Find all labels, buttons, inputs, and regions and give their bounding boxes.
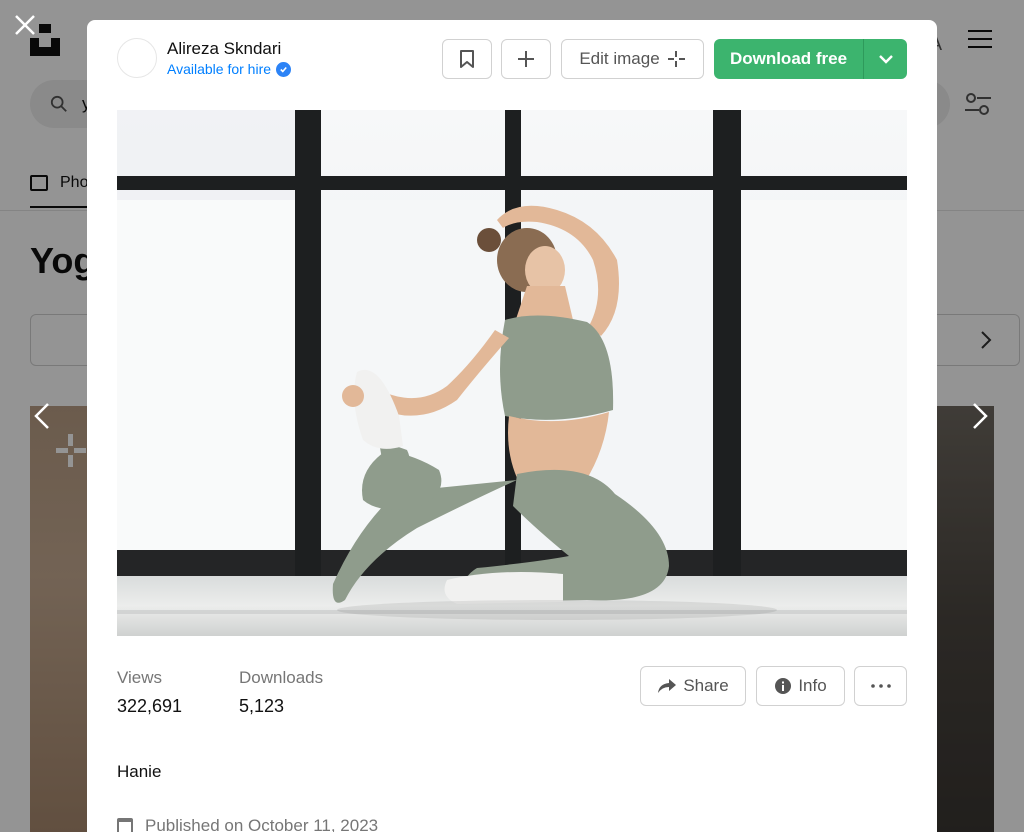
chevron-left-icon[interactable] — [30, 400, 54, 432]
edit-image-button[interactable]: Edit image — [561, 39, 704, 79]
hire-label: Available for hire — [167, 61, 272, 77]
share-label: Share — [683, 676, 729, 695]
chevron-right-icon[interactable] — [968, 400, 992, 432]
author-name[interactable]: Alireza Skndari — [167, 38, 291, 60]
share-arrow-icon — [658, 679, 677, 693]
share-button[interactable]: Share — [640, 666, 746, 706]
downloads-stat: Downloads 5,123 — [239, 667, 323, 717]
close-icon[interactable] — [12, 12, 38, 38]
sparkle-icon — [667, 51, 685, 67]
main-photo[interactable] — [117, 110, 907, 636]
info-button[interactable]: Info — [756, 666, 845, 706]
hire-status[interactable]: Available for hire — [167, 60, 292, 78]
verified-icon — [276, 61, 292, 77]
author-block[interactable]: Alireza Skndari Available for hire — [117, 38, 292, 78]
more-actions-button[interactable] — [854, 666, 907, 706]
published-label: Published on October 11, 2023 — [145, 816, 379, 832]
downloads-value: 5,123 — [239, 696, 285, 716]
yoga-photo — [117, 110, 907, 636]
bookmark-icon — [460, 50, 474, 68]
published-date: Published on October 11, 2023 — [117, 816, 378, 832]
views-stat: Views 322,691 — [117, 667, 182, 717]
download-options-button[interactable] — [864, 39, 907, 79]
bookmark-button[interactable] — [442, 39, 492, 79]
views-value: 322,691 — [117, 696, 183, 716]
calendar-icon — [117, 818, 133, 832]
photo-modal: Alireza Skndari Available for hire Edit … — [87, 20, 937, 832]
photo-description: Hanie — [117, 762, 162, 781]
info-icon — [775, 678, 792, 694]
chevron-down-icon — [878, 55, 893, 64]
info-label: Info — [798, 676, 827, 695]
views-label: Views — [117, 668, 163, 687]
edit-image-label: Edit image — [579, 49, 660, 68]
add-to-collection-button[interactable] — [501, 39, 551, 79]
more-icon — [870, 684, 891, 688]
download-button-group: Download free — [714, 39, 907, 79]
plus-icon — [518, 51, 534, 67]
downloads-label: Downloads — [239, 668, 324, 687]
avatar[interactable] — [117, 38, 157, 78]
download-free-button[interactable]: Download free — [714, 39, 863, 79]
